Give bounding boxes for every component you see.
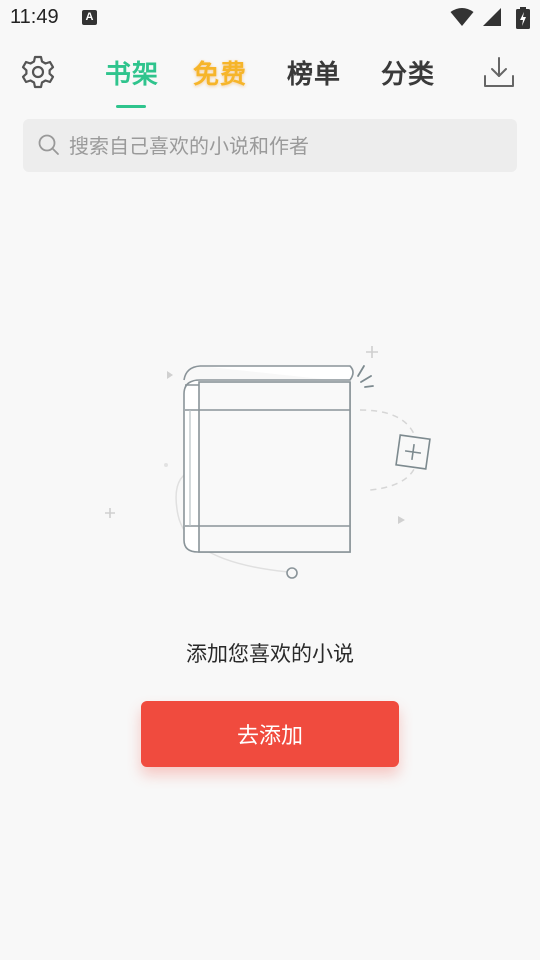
empty-state-message: 添加您喜欢的小说 <box>186 642 354 666</box>
search-input[interactable] <box>69 119 507 172</box>
status-bar: 11:49 A <box>0 0 540 36</box>
download-icon[interactable] <box>482 54 518 92</box>
signal-icon <box>483 8 501 26</box>
tab-bookshelf[interactable]: 书架 <box>105 54 159 91</box>
book-with-plus-illustration <box>105 346 431 579</box>
gear-icon[interactable] <box>20 54 58 92</box>
active-tab-indicator <box>116 105 146 108</box>
top-navigation-bar: 书架 免费 榜单 分类 <box>0 40 540 110</box>
status-time: 11:49 <box>10 6 59 28</box>
search-icon <box>38 134 59 155</box>
wifi-icon <box>450 8 474 26</box>
tab-rankings[interactable]: 榜单 <box>287 54 341 91</box>
tab-free[interactable]: 免费 <box>193 54 247 91</box>
add-novel-button[interactable]: 去添加 <box>141 701 399 767</box>
tab-categories[interactable]: 分类 <box>381 54 435 91</box>
notification-a-icon: A <box>82 10 97 25</box>
battery-charging-icon <box>516 7 530 29</box>
search-bar[interactable] <box>23 119 517 172</box>
